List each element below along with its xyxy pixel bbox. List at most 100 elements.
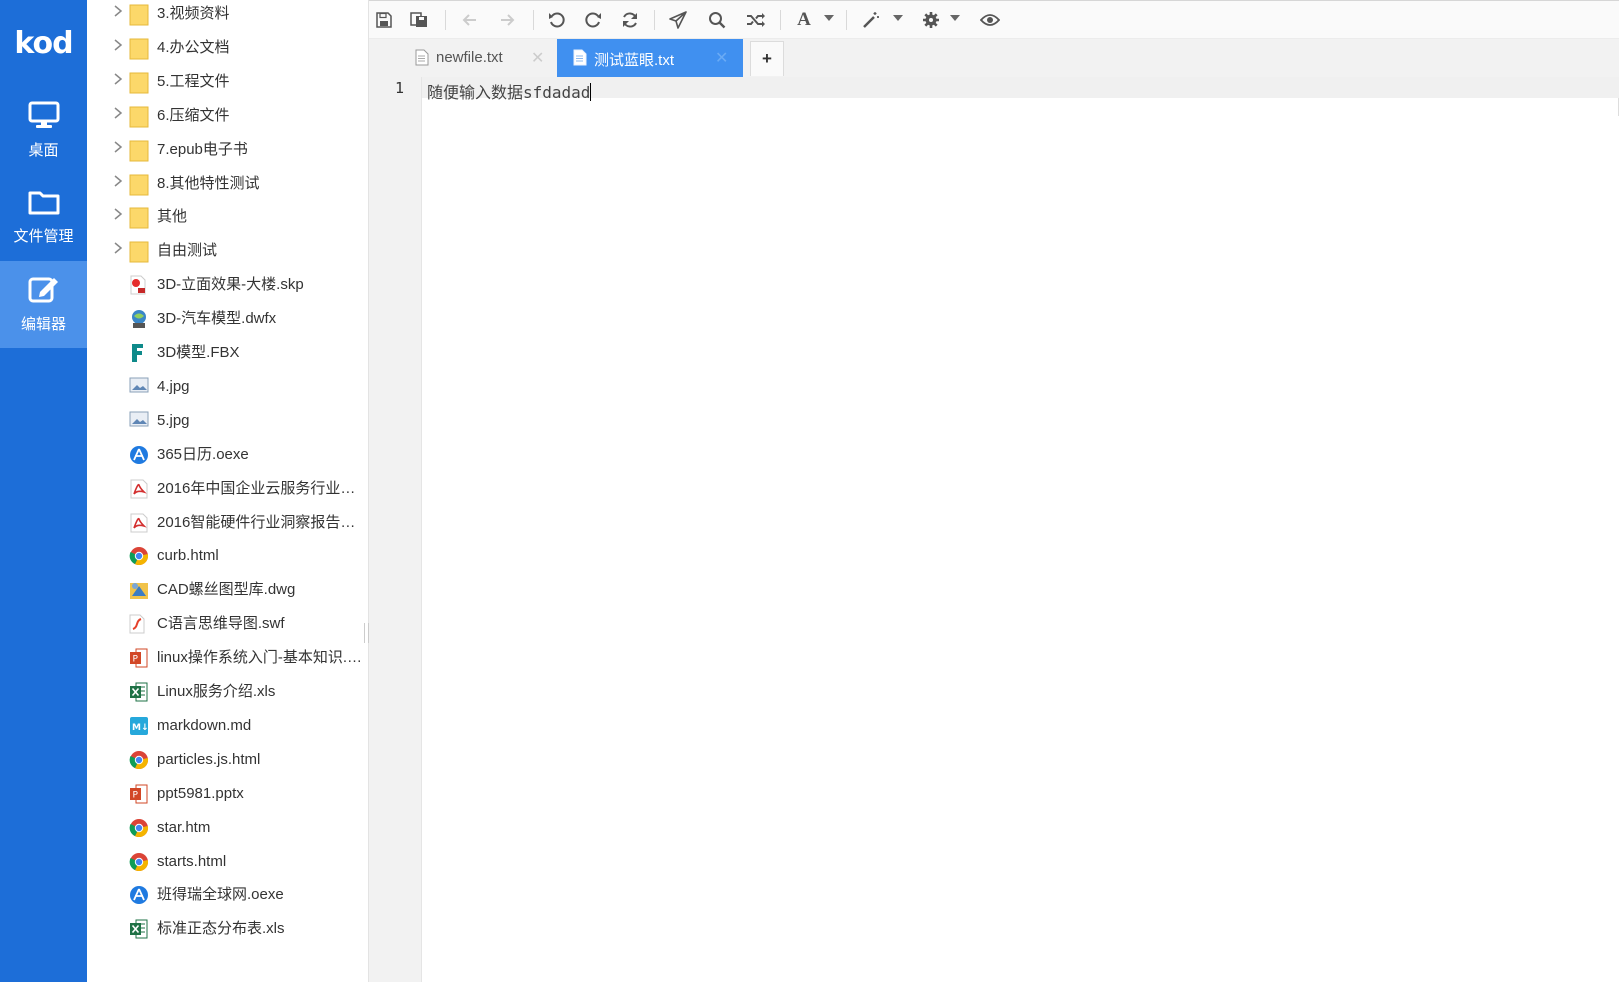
tree-item-label: 8.其他特性测试: [157, 174, 260, 192]
chevron-right-icon[interactable]: [113, 207, 125, 225]
tree-item-label: 365日历.oexe: [157, 445, 249, 463]
tree-folder[interactable]: 8.其他特性测试: [87, 167, 368, 202]
tree-file[interactable]: 2016智能硬件行业洞察报告…: [87, 506, 368, 541]
tree-item-label: 3D-立面效果-大楼.skp: [157, 276, 304, 294]
save-icon[interactable]: [372, 8, 396, 32]
chevron-right-icon[interactable]: [113, 241, 125, 259]
chrome-icon: [129, 546, 149, 566]
tree-file[interactable]: C语言思维导图.swf: [87, 607, 368, 642]
tree-file[interactable]: 2016年中国企业云服务行业…: [87, 472, 368, 507]
file-text-icon: [415, 49, 429, 66]
chevron-right-icon[interactable]: [113, 174, 125, 192]
save-all-icon[interactable]: [407, 8, 431, 32]
svg-text:P: P: [133, 655, 139, 665]
random-icon[interactable]: [744, 8, 768, 32]
tree-item-label: particles.js.html: [157, 750, 261, 768]
tree-item-label: 3D-汽车模型.dwfx: [157, 310, 277, 328]
sketchup-file-icon: [129, 275, 149, 295]
tab-active-file[interactable]: 测试蓝眼.txt ✕: [557, 39, 743, 77]
tree-item-label: C语言思维导图.swf: [157, 615, 285, 633]
powerpoint-file-icon: P: [129, 784, 149, 804]
tree-item-label: 4.办公文档: [157, 38, 230, 56]
active-line-highlight: [422, 77, 1619, 98]
magic-wand-icon[interactable]: [859, 8, 883, 32]
chevron-right-icon[interactable]: [113, 140, 125, 158]
tree-file[interactable]: Pppt5981.pptx: [87, 777, 368, 812]
tree-file[interactable]: 班得瑞全球网.oexe: [87, 878, 368, 913]
tree-folder[interactable]: 其他: [87, 200, 368, 235]
tree-file[interactable]: Plinux操作系统入门-基本知识.…: [87, 641, 368, 676]
tree-file[interactable]: 3D模型.FBX: [87, 336, 368, 371]
tree-file[interactable]: star.htm: [87, 811, 368, 846]
search-icon[interactable]: [705, 8, 729, 32]
image-file-icon: [129, 377, 149, 397]
gear-icon[interactable]: [919, 8, 943, 32]
chevron-down-icon[interactable]: [893, 15, 903, 21]
text-cursor: [590, 83, 592, 101]
tree-item-label: markdown.md: [157, 716, 252, 734]
nav-item-file-manager[interactable]: 文件管理: [0, 174, 87, 261]
tree-file[interactable]: M↓ markdown.md: [87, 709, 368, 744]
tree-file[interactable]: 4.jpg: [87, 370, 368, 405]
tree-folder[interactable]: 4.办公文档: [87, 31, 368, 66]
tree-file[interactable]: 3D-汽车模型.dwfx: [87, 302, 368, 337]
undo-icon[interactable]: [545, 8, 569, 32]
fbx-file-icon: [129, 343, 149, 363]
logo[interactable]: kod: [0, 0, 87, 87]
tree-file[interactable]: starts.html: [87, 845, 368, 880]
app-icon: [129, 445, 149, 465]
close-icon[interactable]: ✕: [715, 48, 728, 68]
folder-icon: [129, 241, 149, 263]
chevron-right-icon[interactable]: [113, 106, 125, 124]
tree-folder[interactable]: 3.视频资料: [87, 0, 368, 32]
add-tab-button[interactable]: +: [750, 41, 784, 76]
eye-icon[interactable]: [978, 8, 1002, 32]
toolbar-separator: [445, 10, 446, 30]
tab-newfile[interactable]: newfile.txt ✕: [399, 39, 551, 77]
close-icon[interactable]: ✕: [531, 48, 544, 68]
tree-item-label: 3.视频资料: [157, 5, 230, 22]
font-icon[interactable]: A: [792, 8, 816, 32]
chrome-icon: [129, 818, 149, 838]
toolbar-separator: [654, 10, 655, 30]
nav-item-desktop[interactable]: 桌面: [0, 87, 87, 174]
nav-label: 编辑器: [20, 316, 66, 333]
send-icon[interactable]: [666, 8, 690, 32]
pdf-file-icon: [129, 479, 149, 499]
tree-file[interactable]: 365日历.oexe: [87, 438, 368, 473]
tree-file[interactable]: 5.jpg: [87, 404, 368, 439]
edit-icon: [28, 277, 58, 303]
refresh-icon[interactable]: [618, 8, 642, 32]
tree-file[interactable]: CAD螺丝图型库.dwg: [87, 573, 368, 608]
chevron-right-icon[interactable]: [113, 72, 125, 90]
tree-file[interactable]: Linux服务介绍.xls: [87, 675, 368, 710]
forward-icon[interactable]: [496, 8, 520, 32]
tree-file[interactable]: 标准正态分布表.xls: [87, 912, 368, 947]
code-text: 随便输入数据sfdadad: [427, 83, 591, 102]
tree-folder[interactable]: 7.epub电子书: [87, 133, 368, 168]
tree-file[interactable]: curb.html: [87, 539, 368, 574]
nav-item-editor[interactable]: 编辑器: [0, 261, 87, 348]
folder-icon: [28, 191, 59, 215]
back-icon[interactable]: [457, 8, 481, 32]
dwfx-file-icon: [129, 309, 149, 329]
tree-file[interactable]: particles.js.html: [87, 743, 368, 778]
code-line[interactable]: 随便输入数据sfdadad: [427, 79, 592, 103]
toolbar-separator: [846, 10, 847, 30]
file-tree: 3.视频资料 4.办公文档 5.工程文件 6.压缩文件 7.epub电子书 8.其他特性测…: [87, 0, 369, 982]
tree-item-label: 4.jpg: [157, 377, 190, 395]
excel-file-icon: [129, 919, 149, 939]
tree-folder[interactable]: 6.压缩文件: [87, 99, 368, 134]
tree-item-label: 6.压缩文件: [157, 106, 230, 124]
chevron-down-icon[interactable]: [824, 15, 834, 21]
tab-label: newfile.txt: [436, 49, 503, 66]
chevron-down-icon[interactable]: [950, 15, 960, 21]
chevron-right-icon[interactable]: [113, 4, 125, 22]
chevron-right-icon[interactable]: [113, 38, 125, 56]
redo-icon[interactable]: [581, 8, 605, 32]
tree-file[interactable]: 3D-立面效果-大楼.skp: [87, 268, 368, 303]
tree-folder[interactable]: 自由测试: [87, 234, 368, 269]
tree-item-label: 5.jpg: [157, 411, 190, 429]
tree-folder[interactable]: 5.工程文件: [87, 65, 368, 100]
tree-item-label: 5.工程文件: [157, 72, 230, 90]
